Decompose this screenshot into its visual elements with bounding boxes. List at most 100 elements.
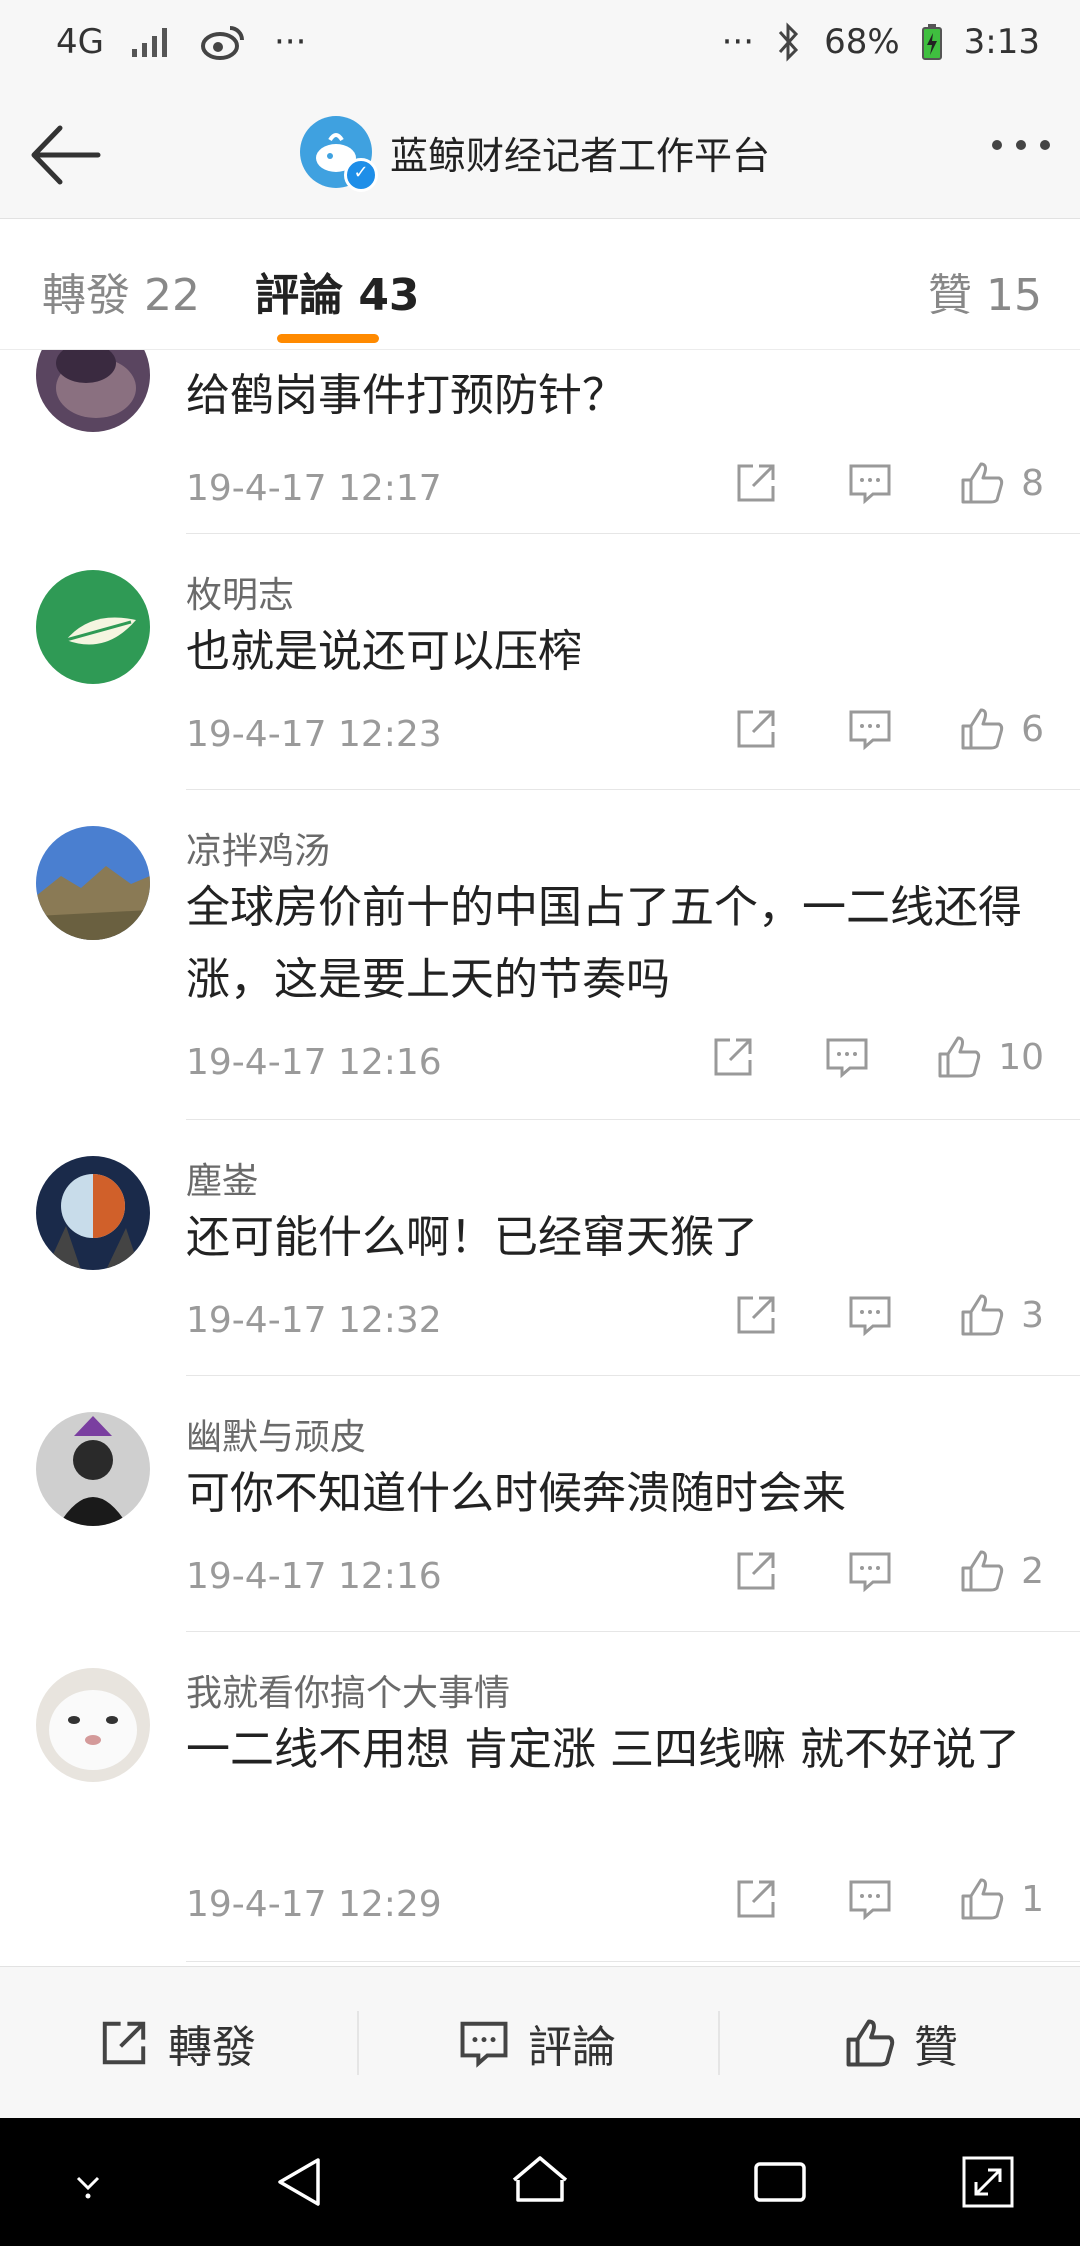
- account-header[interactable]: ✓ 蓝鲸财经记者工作平台: [300, 116, 770, 192]
- like-count: 10: [998, 1036, 1044, 1078]
- bottom-comment-button[interactable]: 評論: [458, 1967, 616, 2119]
- nav-back-icon[interactable]: [268, 2150, 332, 2214]
- comment-time: 19-4-17 12:16: [186, 1556, 442, 1597]
- clock: 3:13: [963, 22, 1040, 62]
- comment-username[interactable]: 幽默与顽皮: [186, 1408, 366, 1460]
- like-count: 2: [1021, 1550, 1044, 1592]
- comment-text: 一二线不用想 肯定涨 三四线嘛 就不好说了: [186, 1724, 1020, 1775]
- bottom-repost-label: 轉發: [168, 2022, 256, 2073]
- like-button[interactable]: 6: [959, 706, 1044, 752]
- repost-icon[interactable]: [733, 1876, 779, 1922]
- comment-icon[interactable]: [847, 1876, 893, 1922]
- comment-icon[interactable]: [847, 460, 893, 506]
- signal-icon: [131, 28, 167, 57]
- bluetooth-icon: [778, 22, 799, 62]
- repost-icon[interactable]: [710, 1034, 756, 1080]
- avatar-image: [36, 570, 150, 684]
- thumbs-up-icon: [961, 1878, 1004, 1920]
- comment-item: 塵崟 还可能什么啊！已经窜天猴了 19-4-17 12:32 3: [36, 1120, 1080, 1376]
- avatar[interactable]: [36, 1412, 150, 1526]
- comment-item: 我就看你搞个大事情 一二线不用想 肯定涨 三四线嘛 就不好说了 19-4-17 …: [36, 1632, 1080, 1962]
- comment-icon[interactable]: [847, 706, 893, 752]
- comment-item: 凉拌鸡汤 全球房价前十的中国占了五个，一二线还得涨，这是要上天的节奏吗 19-4…: [36, 790, 1080, 1120]
- expand-screen-icon[interactable]: [956, 2150, 1020, 2214]
- avatar-image: [36, 1668, 150, 1782]
- comment-text: 也就是说还可以压榨: [186, 626, 582, 677]
- repost-icon[interactable]: [733, 1292, 779, 1338]
- account-avatar: ✓: [300, 116, 378, 192]
- comment-meta: 19-4-17 12:29 1: [186, 1876, 1080, 1936]
- avatar[interactable]: [36, 570, 150, 684]
- comment-actions: 6: [733, 706, 1044, 752]
- comment-username[interactable]: 凉拌鸡汤: [186, 822, 330, 874]
- status-more: ···: [273, 22, 307, 62]
- comment-username[interactable]: 我就看你搞个大事情: [186, 1664, 510, 1716]
- comment-icon[interactable]: [847, 1548, 893, 1594]
- avatar-image: [36, 1156, 150, 1270]
- comment-list[interactable]: 给鹤岗事件打预防针？ 19-4-17 12:17 8 枚明志 也就是说还可以压榨…: [0, 350, 1080, 1965]
- bottom-like-button[interactable]: 贊: [844, 1967, 958, 2119]
- thumbs-up-icon: [961, 1550, 1004, 1592]
- tab-comment[interactable]: 評論 43: [255, 259, 420, 323]
- comment-meta: 19-4-17 12:32 3: [186, 1292, 1080, 1352]
- repost-icon[interactable]: [733, 1548, 779, 1594]
- comment-item: 给鹤岗事件打预防针？ 19-4-17 12:17 8: [36, 350, 1080, 534]
- avatar[interactable]: [36, 1156, 150, 1270]
- like-count: 3: [1021, 1294, 1044, 1336]
- top-bar: ✓ 蓝鲸财经记者工作平台: [0, 92, 1080, 219]
- bottom-comment-label: 評論: [528, 2022, 616, 2073]
- comment-item: 幽默与顽皮 可你不知道什么时候奔溃随时会来 19-4-17 12:16 2: [36, 1376, 1080, 1632]
- comment-icon[interactable]: [824, 1034, 870, 1080]
- comment-meta: 19-4-17 12:23 6: [186, 706, 1080, 766]
- status-left: 4G ···: [56, 22, 306, 62]
- more-dot: [992, 140, 1002, 150]
- thumbs-up-icon: [961, 708, 1004, 750]
- system-nav-bar: [0, 2118, 1080, 2246]
- avatar-image: [36, 350, 150, 432]
- repost-icon[interactable]: [733, 460, 779, 506]
- avatar[interactable]: [36, 826, 150, 940]
- repost-icon[interactable]: [733, 706, 779, 752]
- avatar-image: [36, 1412, 150, 1526]
- collapse-chevron-icon[interactable]: [56, 2150, 120, 2214]
- network-type: 4G: [56, 22, 104, 62]
- divider: [357, 2011, 359, 2075]
- back-arrow-icon: [31, 125, 101, 185]
- battery-percent: 68%: [824, 22, 900, 62]
- bottom-action-bar: 轉發 評論 贊: [0, 1966, 1080, 2119]
- comment-icon: [460, 2021, 508, 2068]
- like-button[interactable]: 10: [936, 1034, 1044, 1080]
- avatar[interactable]: [36, 350, 150, 432]
- comment-actions: 1: [733, 1876, 1044, 1922]
- tab-like[interactable]: 贊 15: [928, 259, 1042, 323]
- comment-icon[interactable]: [847, 1292, 893, 1338]
- bottom-like-label: 贊: [914, 2022, 958, 2073]
- comment-username[interactable]: 枚明志: [186, 566, 294, 618]
- weibo-icon: [200, 26, 244, 60]
- comment-text: 全球房价前十的中国占了五个，一二线还得涨，这是要上天的节奏吗: [186, 882, 1022, 1005]
- like-count: 1: [1021, 1878, 1044, 1920]
- thumbs-up-icon: [961, 462, 1004, 504]
- verified-badge-icon: ✓: [344, 158, 378, 192]
- tab-repost[interactable]: 轉發 22: [42, 259, 200, 323]
- bottom-repost-button[interactable]: 轉發: [98, 1967, 256, 2119]
- nav-recents-icon[interactable]: [748, 2150, 812, 2214]
- status-bar: 4G ··· ··· 68% 3:13: [0, 0, 1080, 92]
- comment-text: 可你不知道什么时候奔溃随时会来: [186, 1468, 846, 1519]
- like-button[interactable]: 8: [959, 460, 1044, 506]
- comment-text: 还可能什么啊！已经窜天猴了: [186, 1212, 758, 1263]
- like-button[interactable]: 3: [959, 1292, 1044, 1338]
- comment-username[interactable]: 塵崟: [186, 1152, 258, 1204]
- more-dot: [1040, 140, 1050, 150]
- more-options-button[interactable]: [992, 140, 1050, 150]
- comment-actions: 8: [733, 460, 1044, 506]
- nav-home-icon[interactable]: [508, 2150, 572, 2214]
- like-count: 6: [1021, 708, 1044, 750]
- thumbs-up-icon: [961, 1294, 1004, 1336]
- comment-meta: 19-4-17 12:16 10: [186, 1034, 1080, 1094]
- like-button[interactable]: 2: [959, 1548, 1044, 1594]
- comment-meta: 19-4-17 12:17 8: [186, 460, 1080, 520]
- back-button[interactable]: [26, 118, 106, 192]
- avatar[interactable]: [36, 1668, 150, 1782]
- like-button[interactable]: 1: [959, 1876, 1044, 1922]
